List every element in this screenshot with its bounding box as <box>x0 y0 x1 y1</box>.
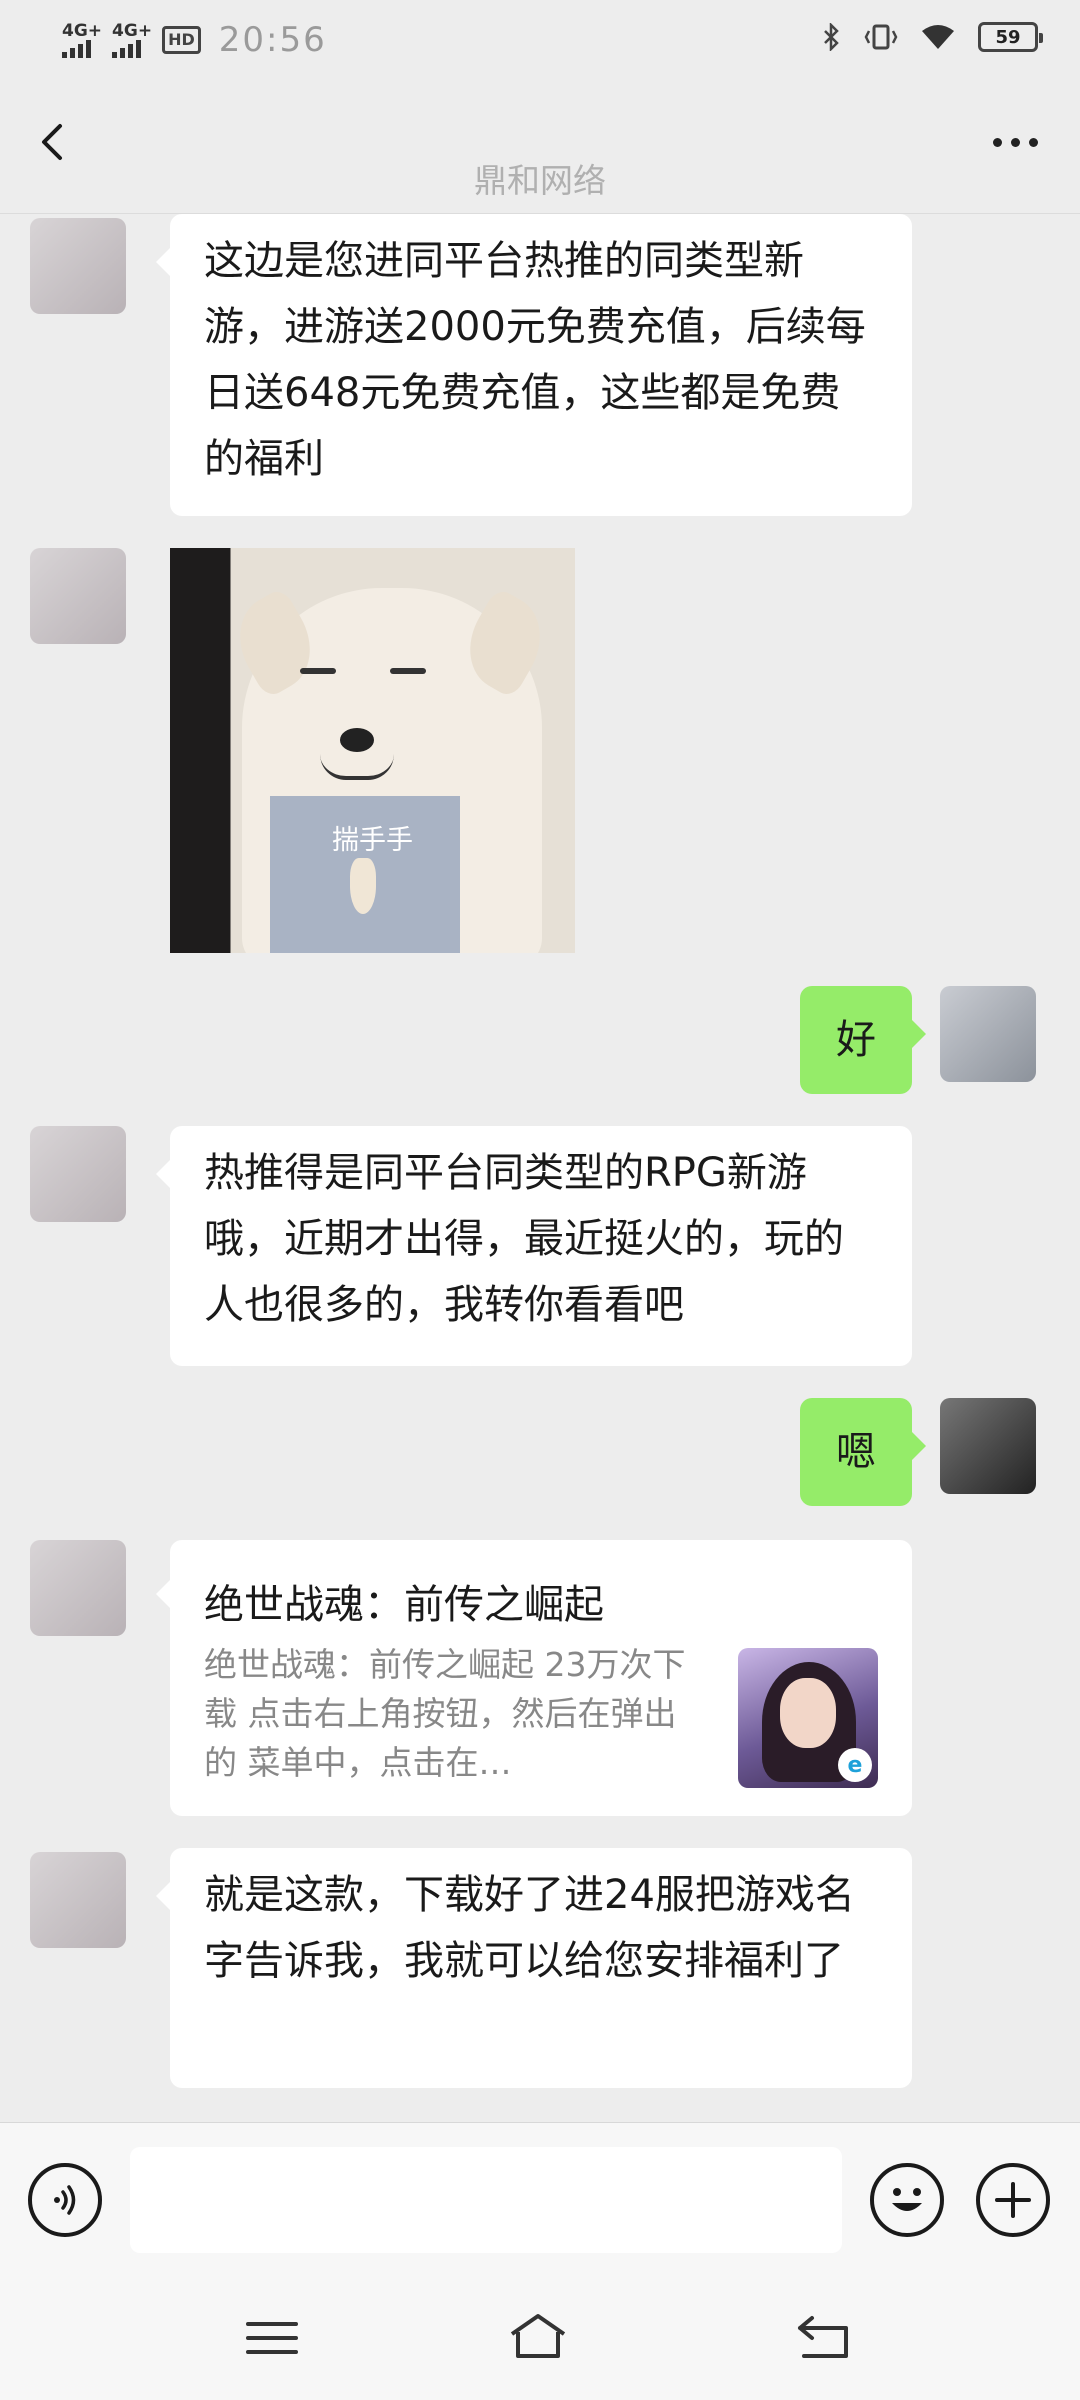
chat-title: 鼎和网络 <box>474 161 606 200</box>
message-text: 嗯 <box>836 1429 876 1475</box>
contact-avatar[interactable] <box>30 1126 126 1222</box>
card-title: 绝世战魂：前传之崛起 <box>204 1582 604 1628</box>
message-input[interactable] <box>130 2147 842 2253</box>
app-badge-icon: e <box>838 1748 872 1782</box>
message-bubble-self: 好 <box>800 986 926 1094</box>
sticker-image[interactable]: 揣手手 <box>170 548 575 953</box>
contact-avatar[interactable] <box>30 1540 126 1636</box>
home-icon <box>510 2314 566 2358</box>
vibrate-icon <box>864 24 898 50</box>
network-type-2: 4G+ <box>112 20 153 41</box>
hd-badge: HD <box>162 26 201 54</box>
system-nav-bar <box>0 2278 1080 2400</box>
network-type-1: 4G+ <box>62 20 103 41</box>
more-button[interactable] <box>980 112 1050 172</box>
app-share-card[interactable]: 绝世战魂：前传之崛起 绝世战魂：前传之崛起 23万次下载 点击右上角按钮，然后在… <box>156 1540 912 1816</box>
card-description: 绝世战魂：前传之崛起 23万次下载 点击右上角按钮，然后在弹出的 菜单中，点击在… <box>204 1645 686 1782</box>
battery-indicator: 59 <box>978 22 1043 52</box>
cellular-signal-icon: 4G+ <box>62 20 103 58</box>
bluetooth-icon <box>824 23 839 51</box>
menu-nav-button[interactable] <box>240 2308 304 2368</box>
message-bubble-self: 嗯 <box>800 1398 926 1506</box>
message-text: 好 <box>836 1017 876 1063</box>
my-avatar[interactable] <box>940 1398 1036 1494</box>
emoji-button[interactable] <box>870 2163 944 2237</box>
message-bubble: 热推得是同平台同类型的RPG新游哦，近期才出得，最近挺火的，玩的人也很多的，我转… <box>156 1126 912 1366</box>
emoji-icon <box>892 2188 922 2211</box>
contact-avatar[interactable] <box>30 548 126 644</box>
contact-avatar[interactable] <box>30 1852 126 1948</box>
message-bubble: 就是这款，下载好了进24服把游戏名字告诉我，我就可以给您安排福利了 <box>156 1848 912 2088</box>
voice-icon <box>54 2185 76 2215</box>
card-thumbnail: e <box>738 1648 878 1788</box>
voice-button[interactable] <box>28 2163 102 2237</box>
contact-avatar[interactable] <box>30 218 126 314</box>
more-dots-icon <box>992 137 1002 147</box>
home-nav-button[interactable] <box>506 2308 570 2368</box>
wifi-icon <box>922 25 954 49</box>
message-text: 这边是您进同平台热推的同类型新游，进游送2000元免费充值，后续每日送648元免… <box>204 238 866 482</box>
chat-header: 鼎和网络 <box>0 84 1080 214</box>
sticker-caption: 揣手手 <box>332 825 413 856</box>
plus-button[interactable] <box>976 2163 1050 2237</box>
back-icon <box>798 2316 848 2358</box>
status-bar: 4G+ 4G+ HD 20:56 59 <box>0 0 1080 84</box>
my-avatar[interactable] <box>940 986 1036 1082</box>
menu-icon <box>246 2322 298 2354</box>
cellular-signal-icon-2: 4G+ <box>112 20 153 58</box>
status-time: 20:56 <box>218 20 327 60</box>
input-bar <box>0 2122 1080 2278</box>
message-text: 热推得是同平台同类型的RPG新游哦，近期才出得，最近挺火的，玩的人也很多的，我转… <box>204 1150 844 1328</box>
plus-icon <box>995 2182 1031 2218</box>
message-bubble: 这边是您进同平台热推的同类型新游，进游送2000元免费充值，后续每日送648元免… <box>156 214 912 516</box>
battery-level: 59 <box>995 26 1021 48</box>
message-text: 就是这款，下载好了进24服把游戏名字告诉我，我就可以给您安排福利了 <box>204 1872 855 1984</box>
back-nav-button[interactable] <box>792 2308 856 2368</box>
